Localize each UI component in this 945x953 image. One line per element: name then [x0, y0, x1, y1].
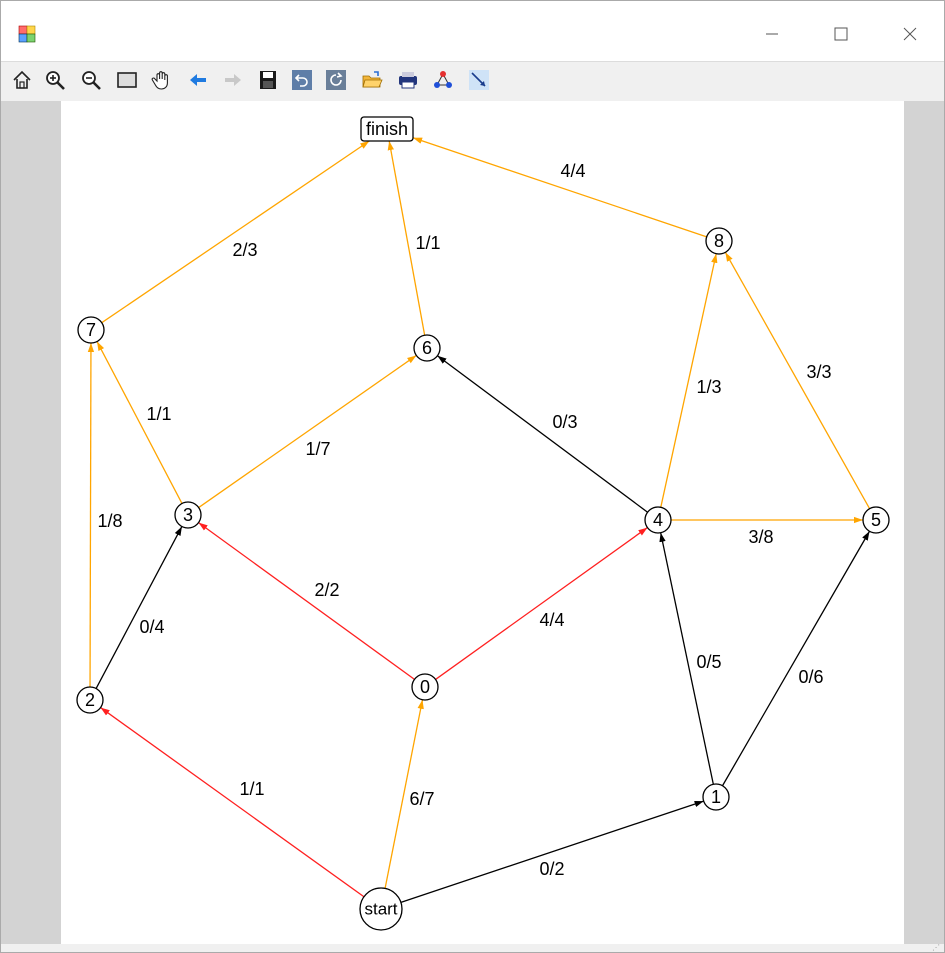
edge-7-finish[interactable]: [101, 140, 370, 324]
edge-4-6[interactable]: [437, 355, 648, 513]
edge-label-4-6: 0/3: [552, 412, 577, 432]
back-button[interactable]: [186, 68, 210, 92]
edge-0-3[interactable]: [198, 522, 415, 680]
window-zoom-button[interactable]: [115, 68, 139, 92]
node-label-3: 3: [183, 505, 193, 525]
node-0[interactable]: 0: [411, 673, 439, 701]
home-button[interactable]: [10, 68, 34, 92]
window-zoom-icon: [117, 72, 137, 88]
node-4[interactable]: 4: [644, 506, 672, 534]
edge-insert-icon: [469, 70, 489, 90]
edge-5-8[interactable]: [724, 252, 871, 509]
print-button[interactable]: [396, 68, 420, 92]
edge-label-1-5: 0/6: [798, 667, 823, 687]
edge-start-2[interactable]: [100, 707, 365, 898]
node-5[interactable]: 5: [862, 506, 890, 534]
edge-label-start-2: 1/1: [239, 779, 264, 799]
graph-canvas[interactable]: 1/1 6/7 0/2 2/2 4/4 0/4 1/8 1/1 1/7 0/5 0/6 0/3 3/8 1…: [61, 101, 904, 944]
layout-button[interactable]: [431, 68, 455, 92]
edge-label-6-finish: 1/1: [415, 233, 440, 253]
edge-label-5-8: 3/3: [806, 362, 831, 382]
node-label-1: 1: [711, 787, 721, 807]
edge-start-1[interactable]: [400, 800, 704, 903]
open-button[interactable]: [360, 68, 384, 92]
print-icon: [399, 72, 417, 89]
save-button[interactable]: [256, 68, 280, 92]
save-icon: [260, 71, 276, 89]
open-folder-icon: [362, 71, 383, 88]
edge-label-0-3: 2/2: [314, 580, 339, 600]
edge-label-2-3: 0/4: [139, 617, 164, 637]
edge-2-7[interactable]: [87, 342, 95, 688]
app-icon: [18, 25, 36, 43]
toolbar: [1, 61, 944, 102]
edge-insert-button[interactable]: [467, 68, 491, 92]
node-label-0: 0: [420, 677, 430, 697]
undo-button[interactable]: [290, 68, 314, 92]
node-label-7: 7: [86, 320, 96, 340]
edge-2-3[interactable]: [95, 526, 183, 689]
resize-grip-icon[interactable]: ⋰: [932, 943, 940, 952]
node-8[interactable]: 8: [705, 227, 733, 255]
node-label-2: 2: [85, 690, 95, 710]
node-label-6: 6: [422, 338, 432, 358]
edge-label-7-finish: 2/3: [232, 240, 257, 260]
node-1[interactable]: 1: [702, 783, 730, 811]
pan-hand-icon: [151, 71, 168, 90]
node-7[interactable]: 7: [77, 316, 105, 344]
edge-8-finish[interactable]: [412, 137, 707, 238]
back-arrow-icon: [190, 74, 206, 86]
close-button[interactable]: [887, 15, 933, 53]
title-bar[interactable]: [1, 1, 944, 61]
minimize-button[interactable]: [749, 15, 795, 53]
edge-label-start-1: 0/2: [539, 859, 564, 879]
maximize-button[interactable]: [818, 15, 864, 53]
node-label-finish: finish: [366, 119, 408, 139]
edge-0-4[interactable]: [435, 527, 648, 680]
pan-button[interactable]: [150, 68, 174, 92]
close-icon: [903, 27, 917, 41]
undo-icon: [292, 70, 312, 90]
forward-arrow-icon: [225, 74, 241, 86]
forward-button[interactable]: [221, 68, 245, 92]
edge-label-start-0: 6/7: [409, 789, 434, 809]
node-label-start: start: [364, 899, 397, 918]
maximize-icon: [834, 27, 848, 41]
zoom-in-button[interactable]: [43, 68, 67, 92]
edge-3-6[interactable]: [198, 354, 417, 509]
edge-label-0-4: 4/4: [539, 610, 564, 630]
node-2[interactable]: 2: [76, 686, 104, 714]
minimize-icon: [766, 33, 778, 35]
edge-label-1-4: 0/5: [696, 652, 721, 672]
edges-layer: 1/1 6/7 0/2 2/2 4/4 0/4 1/8 1/1 1/7 0/5 0/6 0/3 3/8 1…: [87, 137, 871, 903]
edge-label-3-6: 1/7: [305, 439, 330, 459]
zoom-out-icon: [82, 71, 101, 90]
node-label-5: 5: [871, 510, 881, 530]
home-icon: [13, 70, 31, 89]
status-bar: ⋰: [1, 943, 944, 952]
node-label-4: 4: [653, 510, 663, 530]
edge-label-4-8: 1/3: [696, 377, 721, 397]
graph-viewer-window: 1/1 6/7 0/2 2/2 4/4 0/4 1/8 1/1 1/7 0/5 0/6 0/3 3/8 1…: [0, 0, 945, 953]
node-3[interactable]: 3: [174, 501, 202, 529]
node-label-8: 8: [714, 231, 724, 251]
zoom-in-icon: [46, 71, 65, 90]
graph-drawing[interactable]: 1/1 6/7 0/2 2/2 4/4 0/4 1/8 1/1 1/7 0/5 0/6 0/3 3/8 1…: [61, 101, 904, 944]
edge-label-8-finish: 4/4: [560, 161, 585, 181]
edge-label-3-7: 1/1: [146, 404, 171, 424]
redo-button[interactable]: [324, 68, 348, 92]
graph-viewport[interactable]: 1/1 6/7 0/2 2/2 4/4 0/4 1/8 1/1 1/7 0/5 0/6 0/3 3/8 1…: [1, 101, 944, 944]
edge-label-2-7: 1/8: [97, 511, 122, 531]
zoom-out-button[interactable]: [79, 68, 103, 92]
edge-1-5[interactable]: [721, 530, 871, 787]
edge-label-4-5: 3/8: [748, 527, 773, 547]
node-start[interactable]: start: [359, 887, 403, 931]
layout-icon: [434, 71, 452, 88]
node-6[interactable]: 6: [413, 334, 441, 362]
redo-icon: [326, 70, 346, 90]
node-finish[interactable]: finish: [360, 116, 414, 142]
